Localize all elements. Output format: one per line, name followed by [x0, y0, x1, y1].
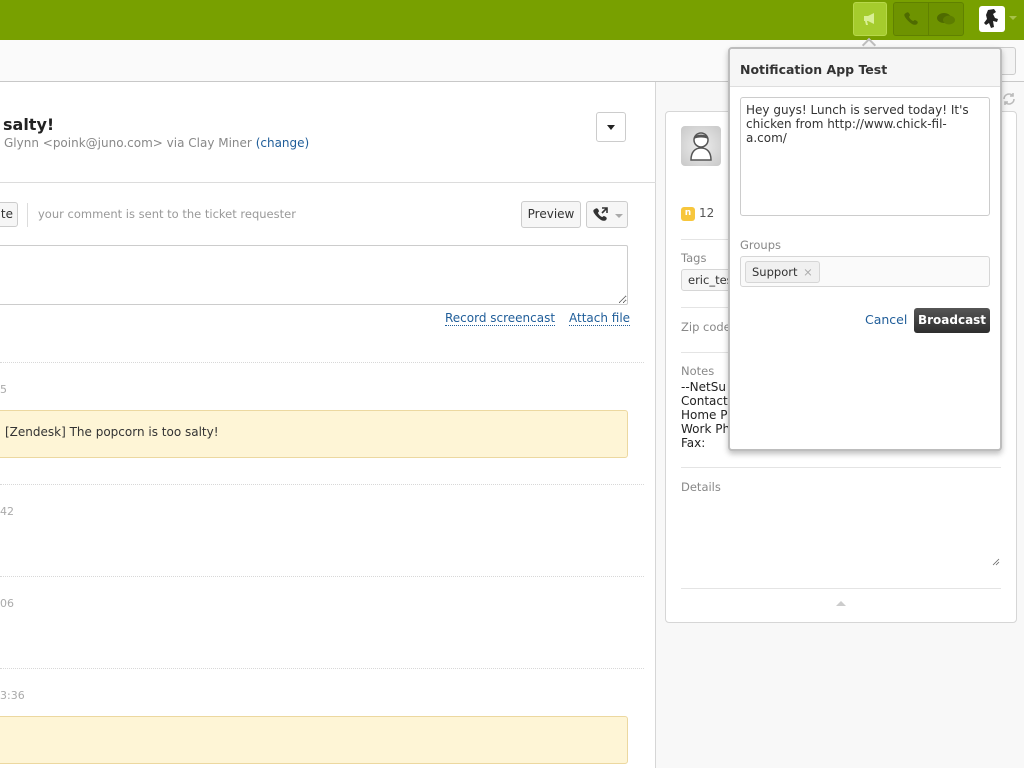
- details-label: Details: [681, 480, 721, 494]
- user-badge: n: [681, 207, 695, 221]
- requester-text: Glynn <poink@juno.com> via Clay Miner: [4, 136, 252, 150]
- ticket-title: salty!: [3, 115, 55, 134]
- record-screencast-link[interactable]: Record screencast: [445, 311, 556, 326]
- ticket-requester: Glynn <poink@juno.com> via Clay Miner (c…: [4, 136, 309, 150]
- event-timestamp: 06: [0, 597, 14, 610]
- ticket-pane: salty! Glynn <poink@juno.com> via Clay M…: [0, 82, 656, 768]
- remove-group-icon[interactable]: ×: [803, 265, 813, 279]
- refresh-icon[interactable]: [1001, 91, 1017, 107]
- divider: [0, 362, 644, 363]
- top-bar: [0, 0, 1024, 40]
- group-chip-label: Support: [752, 265, 798, 279]
- divider: [0, 182, 656, 183]
- phone-outgoing-icon: [593, 207, 608, 221]
- event-message: [Zendesk] The popcorn is too salty!: [0, 410, 628, 458]
- chevron-down-icon: [615, 214, 623, 218]
- event-message: [0, 716, 628, 764]
- broadcast-message-input[interactable]: Hey guys! Lunch is served today! It's ch…: [740, 97, 990, 216]
- user-menu-caret[interactable]: [1009, 16, 1017, 20]
- notification-app-popover: Notification App Test Hey guys! Lunch is…: [728, 47, 1002, 451]
- divider: [0, 484, 644, 485]
- divider: [0, 576, 644, 577]
- notification-app-button[interactable]: [853, 2, 887, 36]
- ticket-options-button[interactable]: [596, 112, 626, 142]
- change-requester-link[interactable]: (change): [256, 136, 310, 150]
- divider: [27, 203, 28, 227]
- groups-label: Groups: [740, 238, 782, 252]
- zip-code-label: Zip code: [681, 320, 731, 334]
- phone-icon: [904, 12, 918, 25]
- event-message-text: [Zendesk] The popcorn is too salty!: [5, 425, 219, 439]
- voice-button[interactable]: [893, 2, 929, 36]
- event-timestamp: 5: [0, 383, 7, 396]
- person-icon: [690, 132, 712, 161]
- comment-input[interactable]: [0, 245, 628, 305]
- event-timestamp: 3:36: [0, 689, 25, 702]
- popover-header: Notification App Test: [730, 49, 1000, 87]
- requester-avatar: [681, 126, 721, 166]
- notes-text[interactable]: --NetSu Contact Home Ph Work Ph Fax:: [681, 380, 731, 450]
- private-note-button[interactable]: te: [0, 202, 18, 227]
- divider: [681, 588, 1001, 589]
- chat-button[interactable]: [928, 2, 964, 36]
- cancel-button[interactable]: Cancel: [865, 312, 907, 327]
- current-user-avatar[interactable]: [979, 6, 1005, 32]
- resize-handle-icon[interactable]: [992, 558, 1000, 566]
- collapse-icon[interactable]: [836, 601, 846, 606]
- comment-visibility-text: your comment is sent to the ticket reque…: [38, 207, 296, 221]
- group-chip: Support ×: [745, 261, 820, 283]
- broadcast-button[interactable]: Broadcast: [914, 308, 990, 333]
- divider: [0, 668, 644, 669]
- ticket-count[interactable]: 12: [699, 206, 714, 220]
- call-button[interactable]: [586, 201, 628, 228]
- chevron-down-icon: [607, 125, 615, 130]
- megaphone-icon: [864, 13, 874, 25]
- user-avatar: [984, 9, 998, 28]
- preview-button[interactable]: Preview: [521, 201, 581, 228]
- groups-input[interactable]: Support ×: [740, 256, 990, 287]
- tags-label: Tags: [681, 251, 707, 265]
- attach-file-link[interactable]: Attach file: [569, 311, 631, 326]
- popover-title: Notification App Test: [740, 62, 888, 77]
- divider: [681, 467, 1001, 468]
- notes-label: Notes: [681, 364, 715, 378]
- event-timestamp: 42: [0, 505, 14, 518]
- chat-icon: [937, 13, 955, 25]
